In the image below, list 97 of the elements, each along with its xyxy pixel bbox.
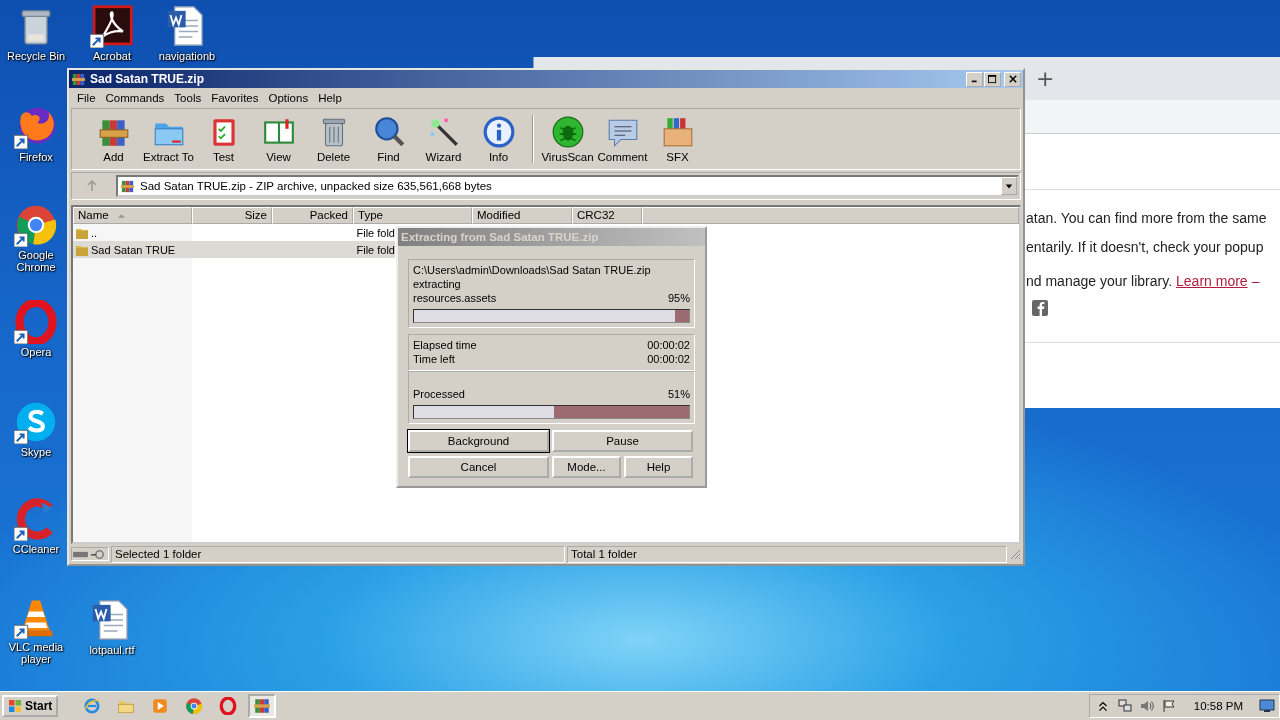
- dropdown-button[interactable]: [1001, 177, 1017, 195]
- toolbar-button[interactable]: SFX: [650, 111, 705, 167]
- toolbar-button[interactable]: Find: [361, 111, 416, 167]
- cloud-logo-icon[interactable]: [14, 400, 58, 444]
- toolbar-button[interactable]: Add: [86, 111, 141, 167]
- dash-text: –: [1251, 272, 1260, 291]
- menu-item[interactable]: Commands: [100, 92, 170, 104]
- circle-logo-icon: [185, 697, 204, 715]
- maximize-button[interactable]: [984, 71, 1001, 87]
- menu-item[interactable]: Options: [263, 92, 314, 104]
- file-name-cell: Sad Satan TRUE: [91, 243, 176, 256]
- time-value: 00:00:02: [647, 352, 690, 366]
- toolbar-button[interactable]: Wizard: [416, 111, 471, 167]
- drive-icon: [71, 547, 109, 561]
- action-text: extracting: [413, 277, 462, 291]
- info-icon: [481, 115, 516, 149]
- file-name: resources.assets: [413, 291, 497, 305]
- clock-text: 10:58 PM: [1193, 700, 1243, 712]
- window-title: Sad Satan TRUE.zip: [90, 72, 206, 86]
- column-header[interactable]: Modified: [472, 207, 572, 224]
- start-button[interactable]: Start: [2, 695, 59, 717]
- toolbar-button[interactable]: Extract To: [141, 111, 196, 167]
- bug-icon: [550, 115, 585, 149]
- percent-text: 95%: [667, 291, 690, 305]
- desktop-icon-label[interactable]: Opera: [20, 346, 52, 358]
- desktop-icon-label[interactable]: lotpaul.rtf: [89, 644, 135, 656]
- column-header[interactable]: Packed: [272, 207, 353, 224]
- status-text: Total 1 folder: [567, 545, 1007, 563]
- column-header[interactable]: Name: [73, 207, 192, 224]
- speaker-icon[interactable]: [1139, 699, 1154, 713]
- column-header[interactable]: Size: [192, 207, 272, 224]
- dialog-button[interactable]: Mode...: [552, 456, 621, 478]
- circle-logo-icon[interactable]: [14, 203, 58, 247]
- type-cell-text: File fold: [355, 226, 395, 239]
- sort-arrow-icon: [116, 212, 126, 219]
- book-stack-icon: [120, 178, 135, 194]
- new-tab-button[interactable]: +: [1036, 66, 1055, 91]
- toolbar-button[interactable]: Info: [471, 111, 526, 167]
- paragraph-text: atan. You can find more from the same: [1026, 209, 1268, 228]
- dialog-button[interactable]: Background: [408, 430, 549, 452]
- address-field[interactable]: Sad Satan TRUE.zip - ZIP archive, unpacked size 635,561,668 bytes: [116, 175, 1019, 197]
- status-text: Selected 1 folder: [111, 545, 565, 563]
- toolbar-button[interactable]: View: [251, 111, 306, 167]
- menu-item[interactable]: File: [72, 92, 101, 104]
- toolbar-button[interactable]: VirusScan: [540, 111, 595, 167]
- play-icon: [151, 697, 170, 715]
- processed-label: Processed: [413, 387, 465, 401]
- swoosh-app-icon[interactable]: [90, 4, 134, 48]
- desktop-icon-label[interactable]: CCleaner: [12, 543, 60, 555]
- time-value: 00:00:02: [647, 338, 690, 352]
- close-icon: [1008, 75, 1017, 83]
- toolbar-button[interactable]: Test: [196, 111, 251, 167]
- flag-icon[interactable]: [1161, 699, 1176, 713]
- desktop-icon-label[interactable]: Firefox: [19, 151, 53, 163]
- book-stack-icon: [71, 71, 86, 87]
- file-name-cell: ..: [91, 226, 98, 239]
- share-icon[interactable]: [1032, 300, 1048, 316]
- resize-grip-icon[interactable]: [1009, 548, 1021, 560]
- desktop-icon-label[interactable]: VLC media player: [3, 641, 69, 665]
- learn-more-link[interactable]: Learn more: [1176, 271, 1248, 291]
- archive-path: C:\Users\admin\Downloads\Sad Satan TRUE.zip: [413, 263, 652, 277]
- desktop-icon-label[interactable]: Skype: [20, 446, 52, 458]
- ring-logo-icon: [219, 697, 238, 715]
- desktop-icon-label[interactable]: Recycle Bin: [6, 50, 66, 62]
- percent-text: 51%: [667, 387, 690, 401]
- dialog-title: Extracting from Sad Satan TRUE.zip: [398, 228, 705, 246]
- time-label: Elapsed time: [413, 338, 477, 352]
- book-stack-icon: [253, 697, 272, 715]
- dialog-button[interactable]: Cancel: [408, 456, 549, 478]
- fox-globe-icon[interactable]: [14, 105, 58, 149]
- menu-item[interactable]: Favorites: [206, 92, 264, 104]
- menu-item[interactable]: Help: [313, 92, 347, 104]
- column-header[interactable]: Type: [353, 207, 472, 224]
- column-header[interactable]: CRC32: [572, 207, 642, 224]
- menu-item[interactable]: Tools: [169, 92, 207, 104]
- minimize-button[interactable]: [966, 71, 983, 87]
- file-row[interactable]: Sad Satan TRUE File fold: [73, 241, 395, 258]
- desktop-icon-label[interactable]: Acrobat: [93, 50, 131, 62]
- paragraph-text: nd manage your library.: [1026, 272, 1173, 291]
- toolbar-button[interactable]: Delete: [306, 111, 361, 167]
- type-cell-text: File fold: [355, 243, 395, 256]
- globe-e-icon: [83, 697, 102, 715]
- windows-flag-icon: [8, 699, 22, 713]
- desktop-icon-label[interactable]: Google Chrome: [3, 249, 69, 273]
- maximize-icon: [988, 74, 997, 84]
- time-label: Time left: [413, 352, 455, 366]
- desktop-icon-label[interactable]: navigationb: [158, 50, 216, 62]
- toolbar-button[interactable]: Comment: [595, 111, 650, 167]
- dialog-button[interactable]: Help: [624, 456, 693, 478]
- show-desktop-icon[interactable]: [1259, 699, 1275, 713]
- paragraph-text: entarily. If it doesn't, check your popup: [1026, 238, 1265, 257]
- network-icon[interactable]: [1117, 699, 1132, 713]
- taskbar-button[interactable]: [248, 694, 277, 718]
- close-button[interactable]: [1004, 71, 1021, 87]
- ring-logo-icon[interactable]: [14, 300, 58, 344]
- dialog-button[interactable]: Pause: [552, 430, 693, 452]
- file-row[interactable]: .. File fold: [73, 224, 395, 241]
